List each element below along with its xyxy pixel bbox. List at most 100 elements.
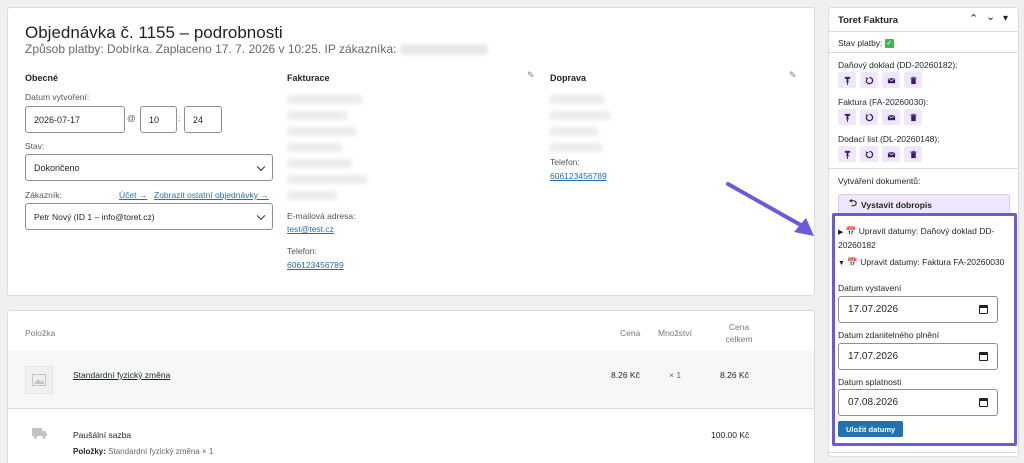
redacted-shipping-line (550, 95, 605, 104)
order-subtitle: Způsob platby: Dobírka. Zaplaceno 17. 7.… (25, 42, 488, 56)
pin-icon (844, 76, 850, 85)
save-dates-button[interactable]: Uložit datumy (838, 421, 904, 437)
status-value: Dokončeno (34, 162, 80, 173)
shipping-heading: Doprava (550, 73, 587, 83)
tax-date-input[interactable]: 17.07.2026 (838, 343, 998, 370)
col-price-header: Cena (620, 328, 641, 338)
regenerate-button[interactable] (860, 72, 878, 88)
delete-button[interactable] (904, 146, 922, 162)
calendar-picker-icon[interactable] (979, 398, 988, 407)
status-label: Stav: (25, 141, 45, 151)
order-details-panel: Objednávka č. 1155 – podrobnosti Způsob … (7, 7, 815, 296)
issue-date-input[interactable]: 17.07.2026 (838, 296, 998, 323)
divider (829, 168, 1018, 169)
trash-icon (909, 76, 917, 84)
calendar-icon: 📅 (845, 226, 857, 236)
metabox-title: Toret Faktura (838, 15, 899, 26)
col-total-header: Cena celkem (725, 322, 753, 344)
caret-down-icon[interactable]: ▾ (1003, 13, 1008, 24)
billing-phone-label: Telefon: (287, 246, 317, 256)
refresh-icon (864, 150, 873, 158)
redacted-billing-line (287, 127, 357, 136)
due-date-input[interactable]: 07.08.2026 (838, 389, 998, 416)
redacted-shipping-line (550, 127, 598, 136)
customer-select[interactable]: Petr Nový (ID 1 – info@toret.cz) (25, 203, 273, 230)
product-thumbnail (25, 366, 53, 394)
send-email-button[interactable] (882, 146, 900, 162)
minute-input[interactable]: 24 (184, 106, 222, 133)
collapsed-triangle-icon: ▶ (838, 229, 844, 236)
date-created-input[interactable]: 2026-07-17 (25, 106, 125, 133)
due-date-label: Datum splatnosti (838, 377, 902, 387)
date-created-label: Datum vytvoření: (25, 92, 90, 102)
billing-phone-link[interactable]: 606123456789 (287, 260, 344, 270)
shipping-total: 100.00 Kč (711, 430, 750, 440)
shipping-items: Položky: Standardní fyzický změna × 1 (73, 447, 214, 456)
pin-icon (844, 150, 850, 159)
header-divider (829, 31, 1018, 32)
redacted-billing-line (287, 191, 337, 200)
calendar-picker-icon[interactable] (979, 305, 988, 314)
regenerate-button[interactable] (860, 109, 878, 125)
image-placeholder-icon (32, 374, 46, 386)
send-email-button[interactable] (882, 109, 900, 125)
chevron-up-icon[interactable]: ⌃ (969, 12, 978, 25)
delete-button[interactable] (904, 72, 922, 88)
envelope-icon (887, 151, 895, 157)
delivery-note-label: Dodací list (DL-20260148): (838, 134, 940, 144)
download-pdf-button[interactable] (838, 109, 856, 125)
refresh-icon (864, 113, 873, 121)
send-email-button[interactable] (882, 72, 900, 88)
expanded-triangle-icon: ▼ (838, 260, 845, 267)
regenerate-button[interactable] (860, 146, 878, 162)
customer-value: Petr Nový (ID 1 – info@toret.cz) (34, 211, 155, 222)
edit-billing-pencil-icon[interactable]: ✎ (527, 70, 535, 81)
redacted-billing-line (287, 159, 352, 168)
toret-invoice-metabox: Toret Faktura ⌃ ⌄ ▾ Stav platby: ✓ Daňov… (828, 7, 1019, 457)
download-pdf-button[interactable] (838, 146, 856, 162)
edit-dates-toggle-tax[interactable]: ▶ 📅 Upravit datumy: Daňový doklad DD-202… (838, 225, 1010, 251)
edit-dates-toggle-invoice[interactable]: ▼ 📅 Upravit datumy: Faktura FA-20260030 (838, 257, 1004, 268)
product-qty: × 1 (669, 370, 682, 380)
page-title: Objednávka č. 1155 – podrobnosti (25, 23, 283, 42)
at-sign: @ (127, 113, 136, 123)
envelope-icon (887, 77, 895, 83)
issue-date-label: Datum vystavení (838, 283, 902, 293)
invoice-label: Faktura (FA-20260030): (838, 97, 929, 107)
chevron-down-icon (256, 162, 266, 171)
customer-account-link[interactable]: Účet → (119, 190, 147, 200)
issue-credit-note-button[interactable]: ⮌ Vystavit dobropis (838, 194, 1010, 215)
calendar-icon: 📅 (847, 257, 858, 267)
billing-email-link[interactable]: test@test.cz (287, 224, 334, 234)
hour-input[interactable]: 10 (140, 106, 177, 133)
general-heading: Obecné (25, 73, 59, 83)
payment-status-row: Stav platby: ✓ (838, 38, 894, 49)
pin-icon (844, 113, 850, 122)
time-colon: : (178, 113, 181, 123)
status-select[interactable]: Dokončeno (25, 154, 273, 181)
shipping-phone-label: Telefon: (550, 157, 580, 167)
col-qty-header: Množství (658, 328, 693, 338)
billing-email-label: E-mailová adresa: (287, 211, 356, 221)
product-price: 8.26 Kč (611, 370, 640, 380)
delete-button[interactable] (904, 109, 922, 125)
tax-document-label: Daňový doklad (DD-20260182): (838, 60, 958, 70)
billing-heading: Fakturace (287, 73, 330, 83)
chevron-down-icon[interactable]: ⌄ (986, 10, 995, 23)
create-documents-label: Vytváření dokumentů: (838, 176, 921, 186)
envelope-icon (887, 114, 895, 120)
redacted-billing-line (287, 175, 367, 184)
product-total: 8.26 Kč (720, 370, 749, 380)
customer-label: Zákazník: (25, 190, 62, 200)
edit-shipping-pencil-icon[interactable]: ✎ (789, 70, 797, 81)
col-item-header: Položka (25, 328, 56, 338)
other-orders-link[interactable]: Zobrazit ostatní objednávky → (154, 190, 269, 200)
undo-arrow-icon: ⮌ (849, 198, 858, 209)
shipping-phone-link[interactable]: 606123456789 (550, 171, 607, 181)
download-pdf-button[interactable] (838, 72, 856, 88)
calendar-picker-icon[interactable] (979, 352, 988, 361)
truck-icon (32, 428, 47, 439)
chevron-down-icon (256, 211, 266, 220)
order-items-panel: Položka Cena Množství Cena celkem Standa… (7, 310, 815, 463)
product-name-link[interactable]: Standardní fyzický změna (73, 370, 170, 380)
